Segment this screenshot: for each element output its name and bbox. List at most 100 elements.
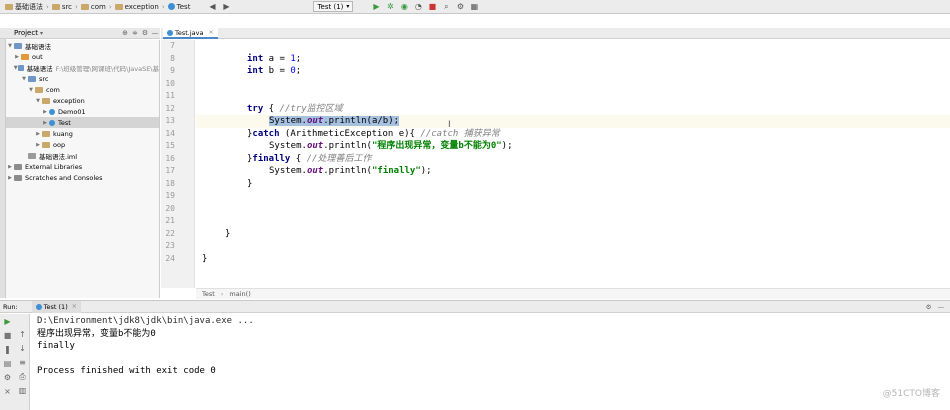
tree-node[interactable]: ▶ kuang: [6, 128, 159, 139]
tree-node[interactable]: ▶ Scratches and Consoles: [6, 172, 159, 183]
run-config-select[interactable]: Test (1) ▾: [313, 1, 354, 12]
print-icon[interactable]: ⎙: [18, 372, 27, 381]
tree-node[interactable]: ▼ src: [6, 73, 159, 84]
dump-threads-icon[interactable]: ▤: [3, 359, 12, 368]
chevron-right-icon[interactable]: ▶: [6, 175, 14, 181]
breadcrumb-item-src[interactable]: src: [49, 3, 75, 11]
tree-node[interactable]: ▼ 基础语法 F:\班级管理\网课班\代码\JavaSE\基: [6, 62, 159, 73]
pause-icon[interactable]: ❚: [3, 345, 12, 354]
tree-node[interactable]: ▶ out: [6, 51, 159, 62]
breadcrumb-method[interactable]: main(): [229, 290, 250, 298]
collapse-icon[interactable]: ≑: [130, 29, 140, 37]
chevron-down-icon: ▾: [346, 3, 350, 10]
gear-icon[interactable]: ⚙: [140, 29, 150, 37]
folder-icon: [114, 3, 123, 10]
hide-icon[interactable]: —: [150, 29, 160, 37]
tree-node[interactable]: ▼ com: [6, 84, 159, 95]
run-toolbar: ▶ ■ ❚ ▤ ⚙ × ↑ ↓ ≡ ⎙ ▥: [0, 314, 30, 410]
code-line: }finally { //处理善后工作: [247, 153, 372, 164]
line-number: 12: [165, 103, 175, 113]
line-number: 20: [165, 203, 175, 213]
run-tab[interactable]: Test (1) ×: [31, 300, 81, 313]
run-console[interactable]: D:\Environment\jdk8\jdk\bin\java.exe ...…: [31, 314, 950, 410]
project-panel-header: Project ▾ ⊕ ≑ ⚙ —: [0, 28, 160, 39]
tree-node-selected[interactable]: ▶ Test: [6, 117, 159, 128]
library-icon: [14, 163, 22, 170]
editor-breadcrumb: Test › main(): [196, 288, 950, 299]
chevron-right-icon[interactable]: ▶: [41, 109, 49, 115]
soft-wrap-icon[interactable]: ≡: [18, 358, 27, 367]
gear-icon[interactable]: ⚙: [926, 303, 932, 311]
line-number: 17: [165, 166, 175, 175]
folder-icon: [80, 3, 89, 10]
package-icon: [35, 86, 43, 93]
coverage-icon[interactable]: ◉: [398, 1, 410, 13]
line-number: 21: [165, 216, 175, 225]
line-number: 15: [165, 141, 175, 150]
folder-icon: [51, 3, 60, 10]
chevron-down-icon[interactable]: ▼: [34, 98, 42, 104]
code-line: int b = 0;: [247, 66, 302, 76]
up-icon[interactable]: ↑: [18, 330, 27, 339]
chevron-right-icon[interactable]: ▶: [34, 131, 42, 137]
breadcrumb-class[interactable]: Test: [202, 290, 215, 298]
close-icon[interactable]: ×: [209, 29, 214, 36]
tree-node[interactable]: ▼ 基础语法: [6, 40, 159, 51]
tree-node[interactable]: ▼ exception: [6, 95, 159, 106]
chevron-right-icon[interactable]: ▶: [13, 54, 21, 60]
tree-node[interactable]: ▶ External Libraries: [6, 161, 159, 172]
stop-icon[interactable]: ■: [3, 331, 12, 340]
breadcrumb: 基础语法 › src › com › exception › Test: [0, 0, 195, 14]
tree-node[interactable]: ▶ Demo01: [6, 106, 159, 117]
debug-icon[interactable]: ✲: [384, 1, 396, 13]
tree-node[interactable]: ▶ oop: [6, 139, 159, 150]
forward-icon[interactable]: ▶: [220, 1, 232, 13]
code-line: System.out.println("finally");: [269, 166, 432, 176]
close-icon[interactable]: ×: [72, 303, 77, 310]
chevron-down-icon[interactable]: ▼: [27, 87, 35, 93]
project-panel-title[interactable]: Project: [14, 29, 38, 37]
run-panel-label: Run:: [3, 302, 18, 311]
line-number: 7: [170, 41, 175, 50]
module-folder-icon: [14, 42, 22, 49]
breadcrumb-item-exception[interactable]: exception: [112, 3, 162, 11]
breadcrumb-item-com[interactable]: com: [78, 3, 109, 11]
line-number: 16: [165, 153, 175, 163]
folder-orange-icon: [21, 53, 29, 60]
search-icon[interactable]: ⌕: [440, 1, 452, 13]
settings-icon[interactable]: ⚙: [454, 1, 466, 13]
package-icon: [42, 97, 50, 104]
tree-node[interactable]: 基础语法.iml: [6, 150, 159, 161]
trash-icon[interactable]: ▥: [18, 386, 27, 395]
hide-icon[interactable]: —: [938, 303, 945, 311]
text-cursor-icon: I: [448, 120, 451, 130]
down-icon[interactable]: ↓: [18, 344, 27, 353]
locate-icon[interactable]: ⊕: [120, 29, 130, 37]
breadcrumb-item-test[interactable]: Test: [165, 3, 194, 11]
project-structure-icon[interactable]: ▦: [468, 1, 480, 13]
breadcrumb-item-module[interactable]: 基础语法: [2, 2, 46, 12]
line-number: 11: [165, 91, 175, 100]
chevron-down-icon[interactable]: ▼: [20, 76, 28, 82]
navigation-toolbar: 基础语法 › src › com › exception › Test ◀ ▶ …: [0, 0, 950, 14]
line-number: 10: [165, 78, 175, 88]
code-editor[interactable]: int a = 1; int b = 0; try { //try监控区域 Sy…: [196, 40, 950, 288]
toolbar-actions: ◀ ▶: [205, 1, 233, 13]
line-number: 13: [165, 116, 175, 125]
profile-icon[interactable]: ◔: [412, 1, 424, 13]
chevron-right-icon[interactable]: ▶: [34, 142, 42, 148]
chevron-right-icon[interactable]: ▶: [6, 164, 14, 170]
close-run-icon[interactable]: ×: [3, 387, 12, 396]
chevron-right-icon[interactable]: ▶: [41, 120, 49, 126]
rerun-icon[interactable]: ▶: [3, 317, 12, 326]
run-actions: ▶ ✲ ◉ ◔ ■ ⌕ ⚙ ▦: [369, 1, 481, 13]
chevron-down-icon[interactable]: ▾: [40, 30, 43, 37]
back-icon[interactable]: ◀: [206, 1, 218, 13]
chevron-down-icon[interactable]: ▼: [6, 43, 14, 49]
settings-icon[interactable]: ⚙: [3, 373, 12, 382]
tab-test-java[interactable]: Test.java ×: [163, 28, 218, 39]
run-icon[interactable]: ▶: [370, 1, 382, 13]
folder-icon: [5, 3, 13, 10]
code-line: }: [247, 178, 253, 189]
stop-icon[interactable]: ■: [426, 1, 438, 13]
